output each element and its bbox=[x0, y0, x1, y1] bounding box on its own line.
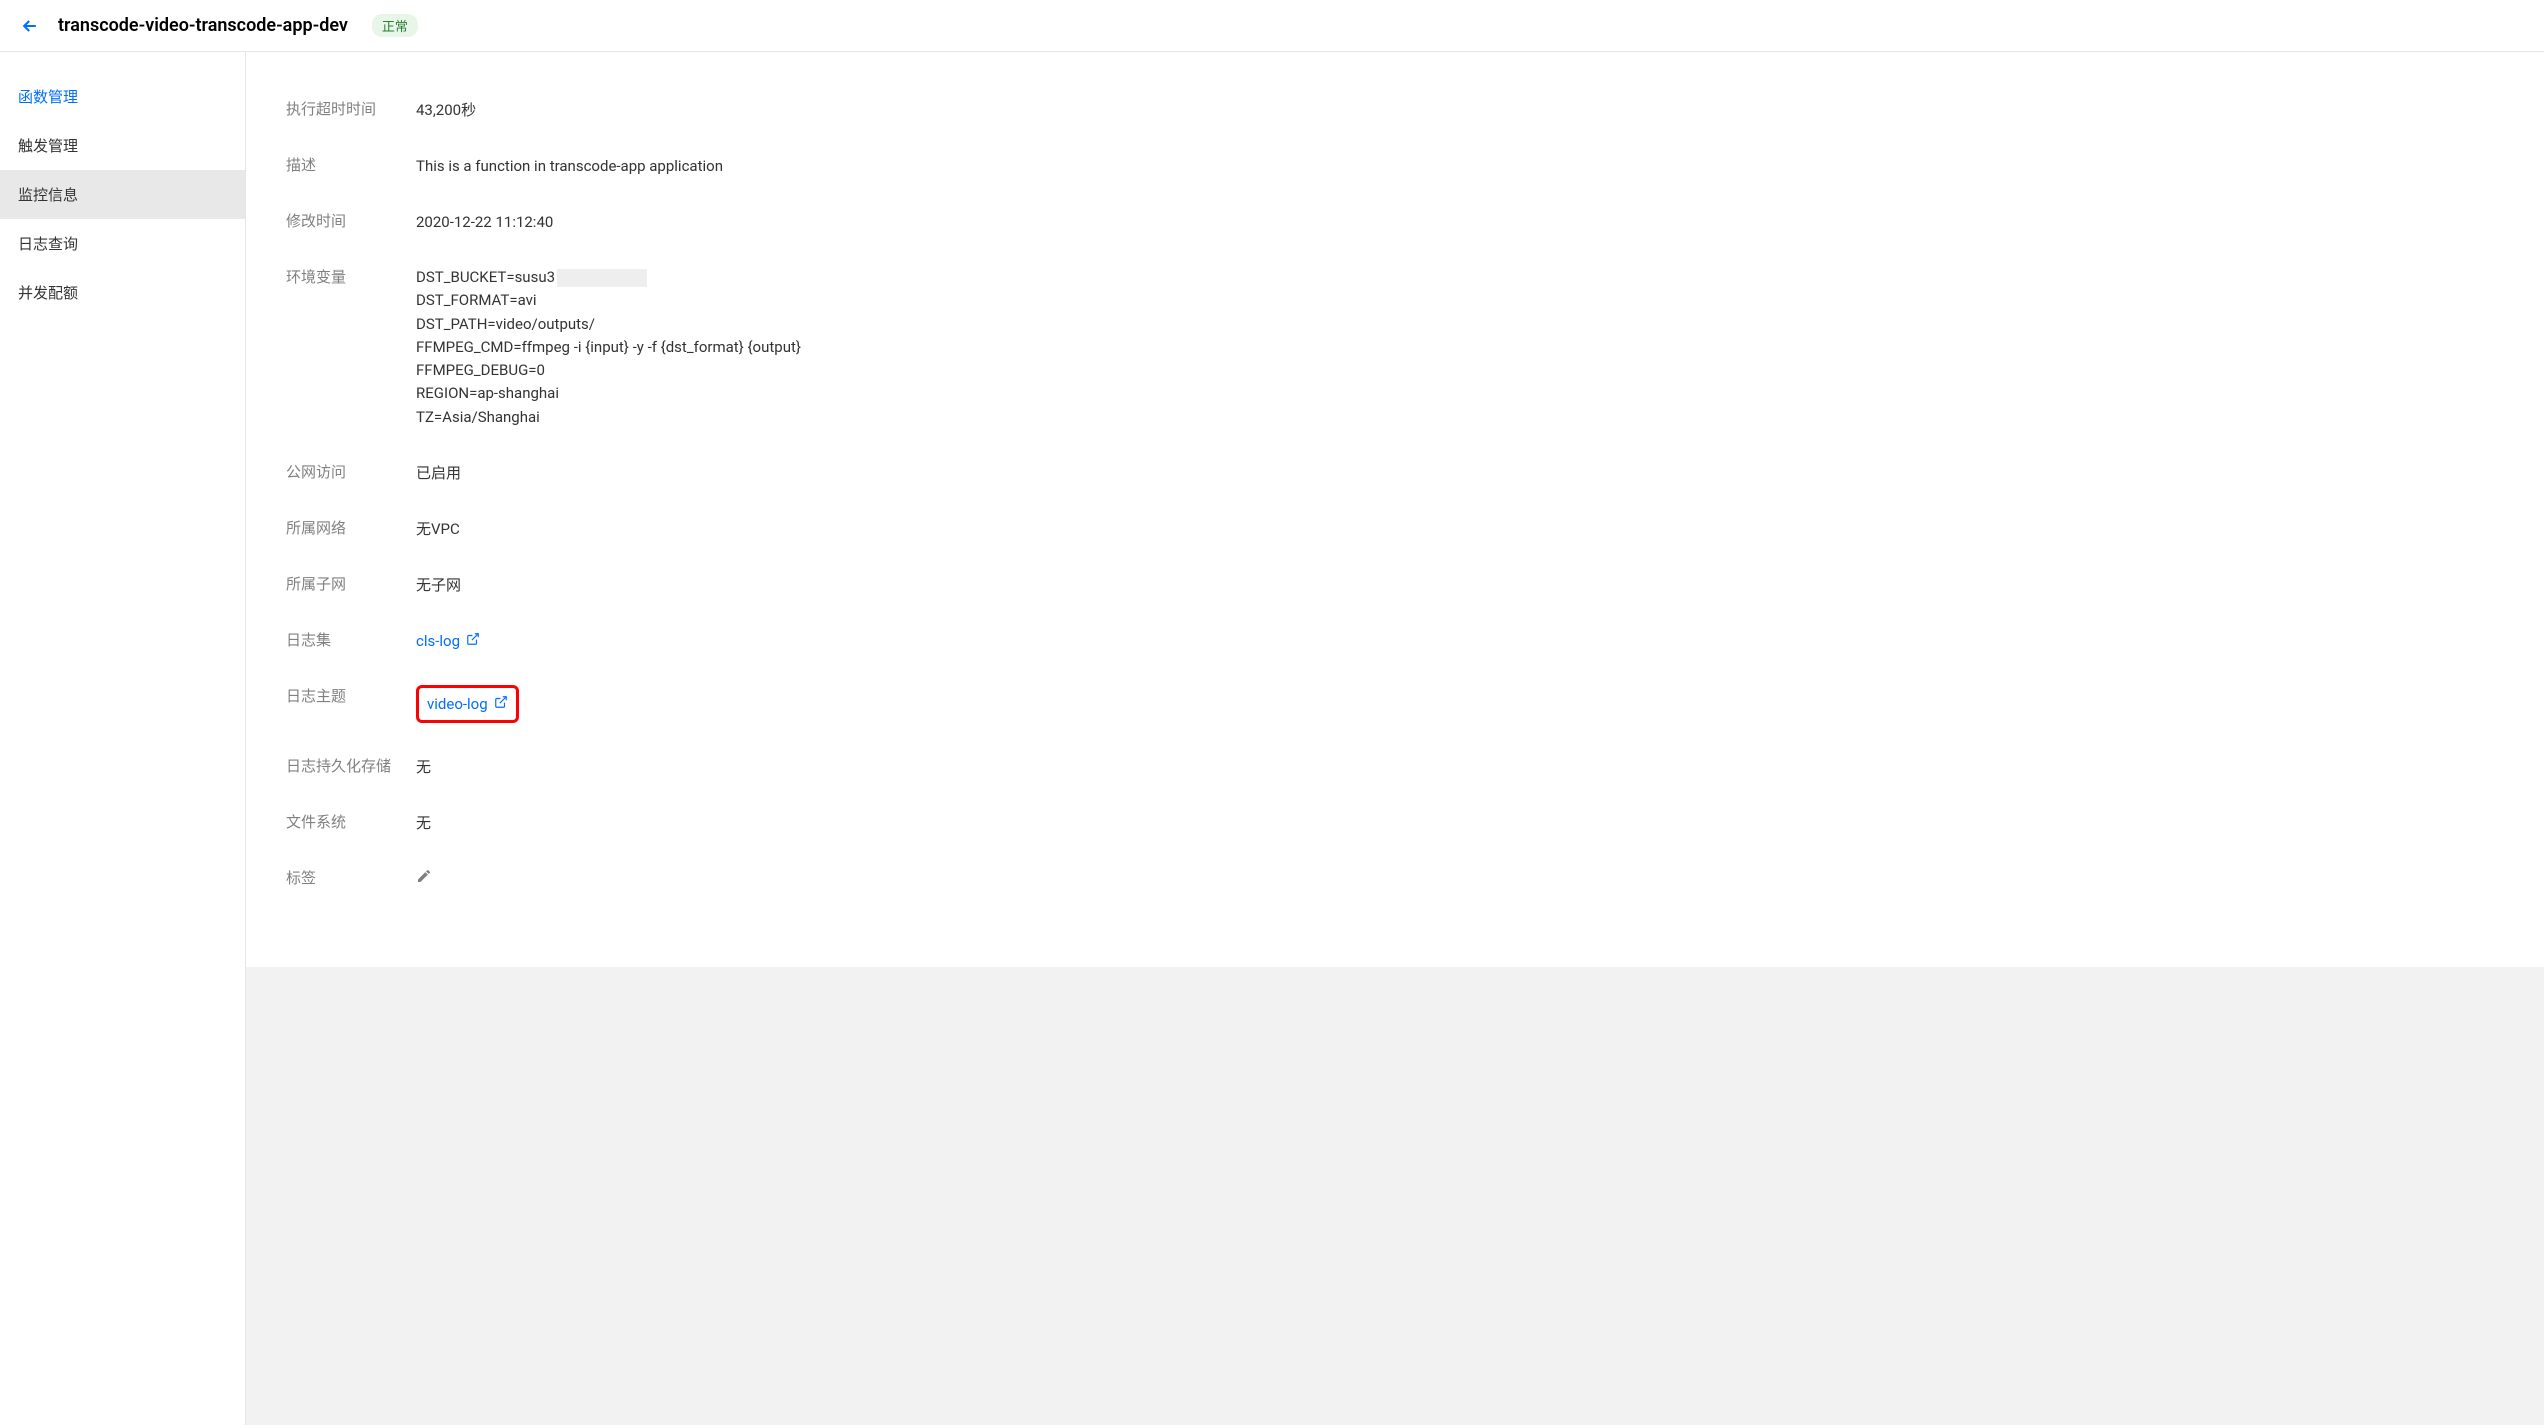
sidebar-item-trigger-management[interactable]: 触发管理 bbox=[0, 121, 245, 170]
label-logset: 日志集 bbox=[286, 629, 416, 650]
row-subnet: 所属子网 无子网 bbox=[286, 557, 2504, 613]
status-badge: 正常 bbox=[372, 14, 418, 37]
env-line: FFMPEG_DEBUG=0 bbox=[416, 359, 2504, 382]
row-env: 环境变量 DST_BUCKET=susu3 DST_FORMAT=avi DST… bbox=[286, 250, 2504, 445]
value-env: DST_BUCKET=susu3 DST_FORMAT=avi DST_PATH… bbox=[416, 266, 2504, 429]
layout: 函数管理 触发管理 监控信息 日志查询 并发配额 执行超时时间 43,200秒 … bbox=[0, 52, 2544, 1425]
sidebar-item-function-management[interactable]: 函数管理 bbox=[0, 72, 245, 121]
row-tags: 标签 bbox=[286, 851, 2504, 907]
label-public-access: 公网访问 bbox=[286, 461, 416, 482]
label-subnet: 所属子网 bbox=[286, 573, 416, 594]
external-link-icon bbox=[494, 692, 508, 716]
highlight-box: video-log bbox=[416, 685, 519, 723]
env-line: REGION=ap-shanghai bbox=[416, 382, 2504, 405]
row-timeout: 执行超时时间 43,200秒 bbox=[286, 82, 2504, 138]
link-logset[interactable]: cls-log bbox=[416, 629, 480, 653]
value-public-access: 已启用 bbox=[416, 461, 2504, 485]
env-line: DST_BUCKET=susu3 bbox=[416, 266, 2504, 289]
value-logset: cls-log bbox=[416, 629, 2504, 653]
value-log-persist: 无 bbox=[416, 755, 2504, 779]
value-tags bbox=[416, 867, 2504, 891]
back-arrow-icon[interactable] bbox=[20, 16, 40, 36]
external-link-icon bbox=[466, 629, 480, 653]
env-line: DST_PATH=video/outputs/ bbox=[416, 313, 2504, 336]
content: 执行超时时间 43,200秒 描述 This is a function in … bbox=[246, 52, 2544, 967]
sidebar: 函数管理 触发管理 监控信息 日志查询 并发配额 bbox=[0, 52, 246, 1425]
row-filesystem: 文件系统 无 bbox=[286, 795, 2504, 851]
page-header: transcode-video-transcode-app-dev 正常 bbox=[0, 0, 2544, 52]
env-line: DST_FORMAT=avi bbox=[416, 289, 2504, 312]
row-public-access: 公网访问 已启用 bbox=[286, 445, 2504, 501]
sidebar-item-log-query[interactable]: 日志查询 bbox=[0, 219, 245, 268]
label-env: 环境变量 bbox=[286, 266, 416, 287]
sidebar-item-concurrency-quota[interactable]: 并发配额 bbox=[0, 268, 245, 317]
label-modified: 修改时间 bbox=[286, 210, 416, 231]
page-title: transcode-video-transcode-app-dev bbox=[58, 15, 348, 36]
label-description: 描述 bbox=[286, 154, 416, 175]
row-logtopic: 日志主题 video-log bbox=[286, 669, 2504, 739]
pencil-icon[interactable] bbox=[416, 870, 432, 888]
value-network: 无VPC bbox=[416, 517, 2504, 541]
row-modified: 修改时间 2020-12-22 11:12:40 bbox=[286, 194, 2504, 250]
sidebar-item-monitor-info[interactable]: 监控信息 bbox=[0, 170, 245, 219]
row-logset: 日志集 cls-log bbox=[286, 613, 2504, 669]
label-timeout: 执行超时时间 bbox=[286, 98, 416, 119]
label-logtopic: 日志主题 bbox=[286, 685, 416, 706]
env-line: FFMPEG_CMD=ffmpeg -i {input} -y -f {dst_… bbox=[416, 336, 2504, 359]
value-logtopic: video-log bbox=[416, 685, 2504, 723]
env-line: TZ=Asia/Shanghai bbox=[416, 406, 2504, 429]
value-description: This is a function in transcode-app appl… bbox=[416, 154, 2504, 178]
value-timeout: 43,200秒 bbox=[416, 98, 2504, 122]
link-logtopic[interactable]: video-log bbox=[427, 692, 508, 716]
row-description: 描述 This is a function in transcode-app a… bbox=[286, 138, 2504, 194]
row-log-persist: 日志持久化存储 无 bbox=[286, 739, 2504, 795]
content-wrap: 执行超时时间 43,200秒 描述 This is a function in … bbox=[246, 52, 2544, 1425]
label-filesystem: 文件系统 bbox=[286, 811, 416, 832]
value-filesystem: 无 bbox=[416, 811, 2504, 835]
label-tags: 标签 bbox=[286, 867, 416, 888]
label-log-persist: 日志持久化存储 bbox=[286, 755, 416, 776]
value-modified: 2020-12-22 11:12:40 bbox=[416, 210, 2504, 234]
row-network: 所属网络 无VPC bbox=[286, 501, 2504, 557]
redacted-block bbox=[557, 269, 647, 287]
label-network: 所属网络 bbox=[286, 517, 416, 538]
value-subnet: 无子网 bbox=[416, 573, 2504, 597]
